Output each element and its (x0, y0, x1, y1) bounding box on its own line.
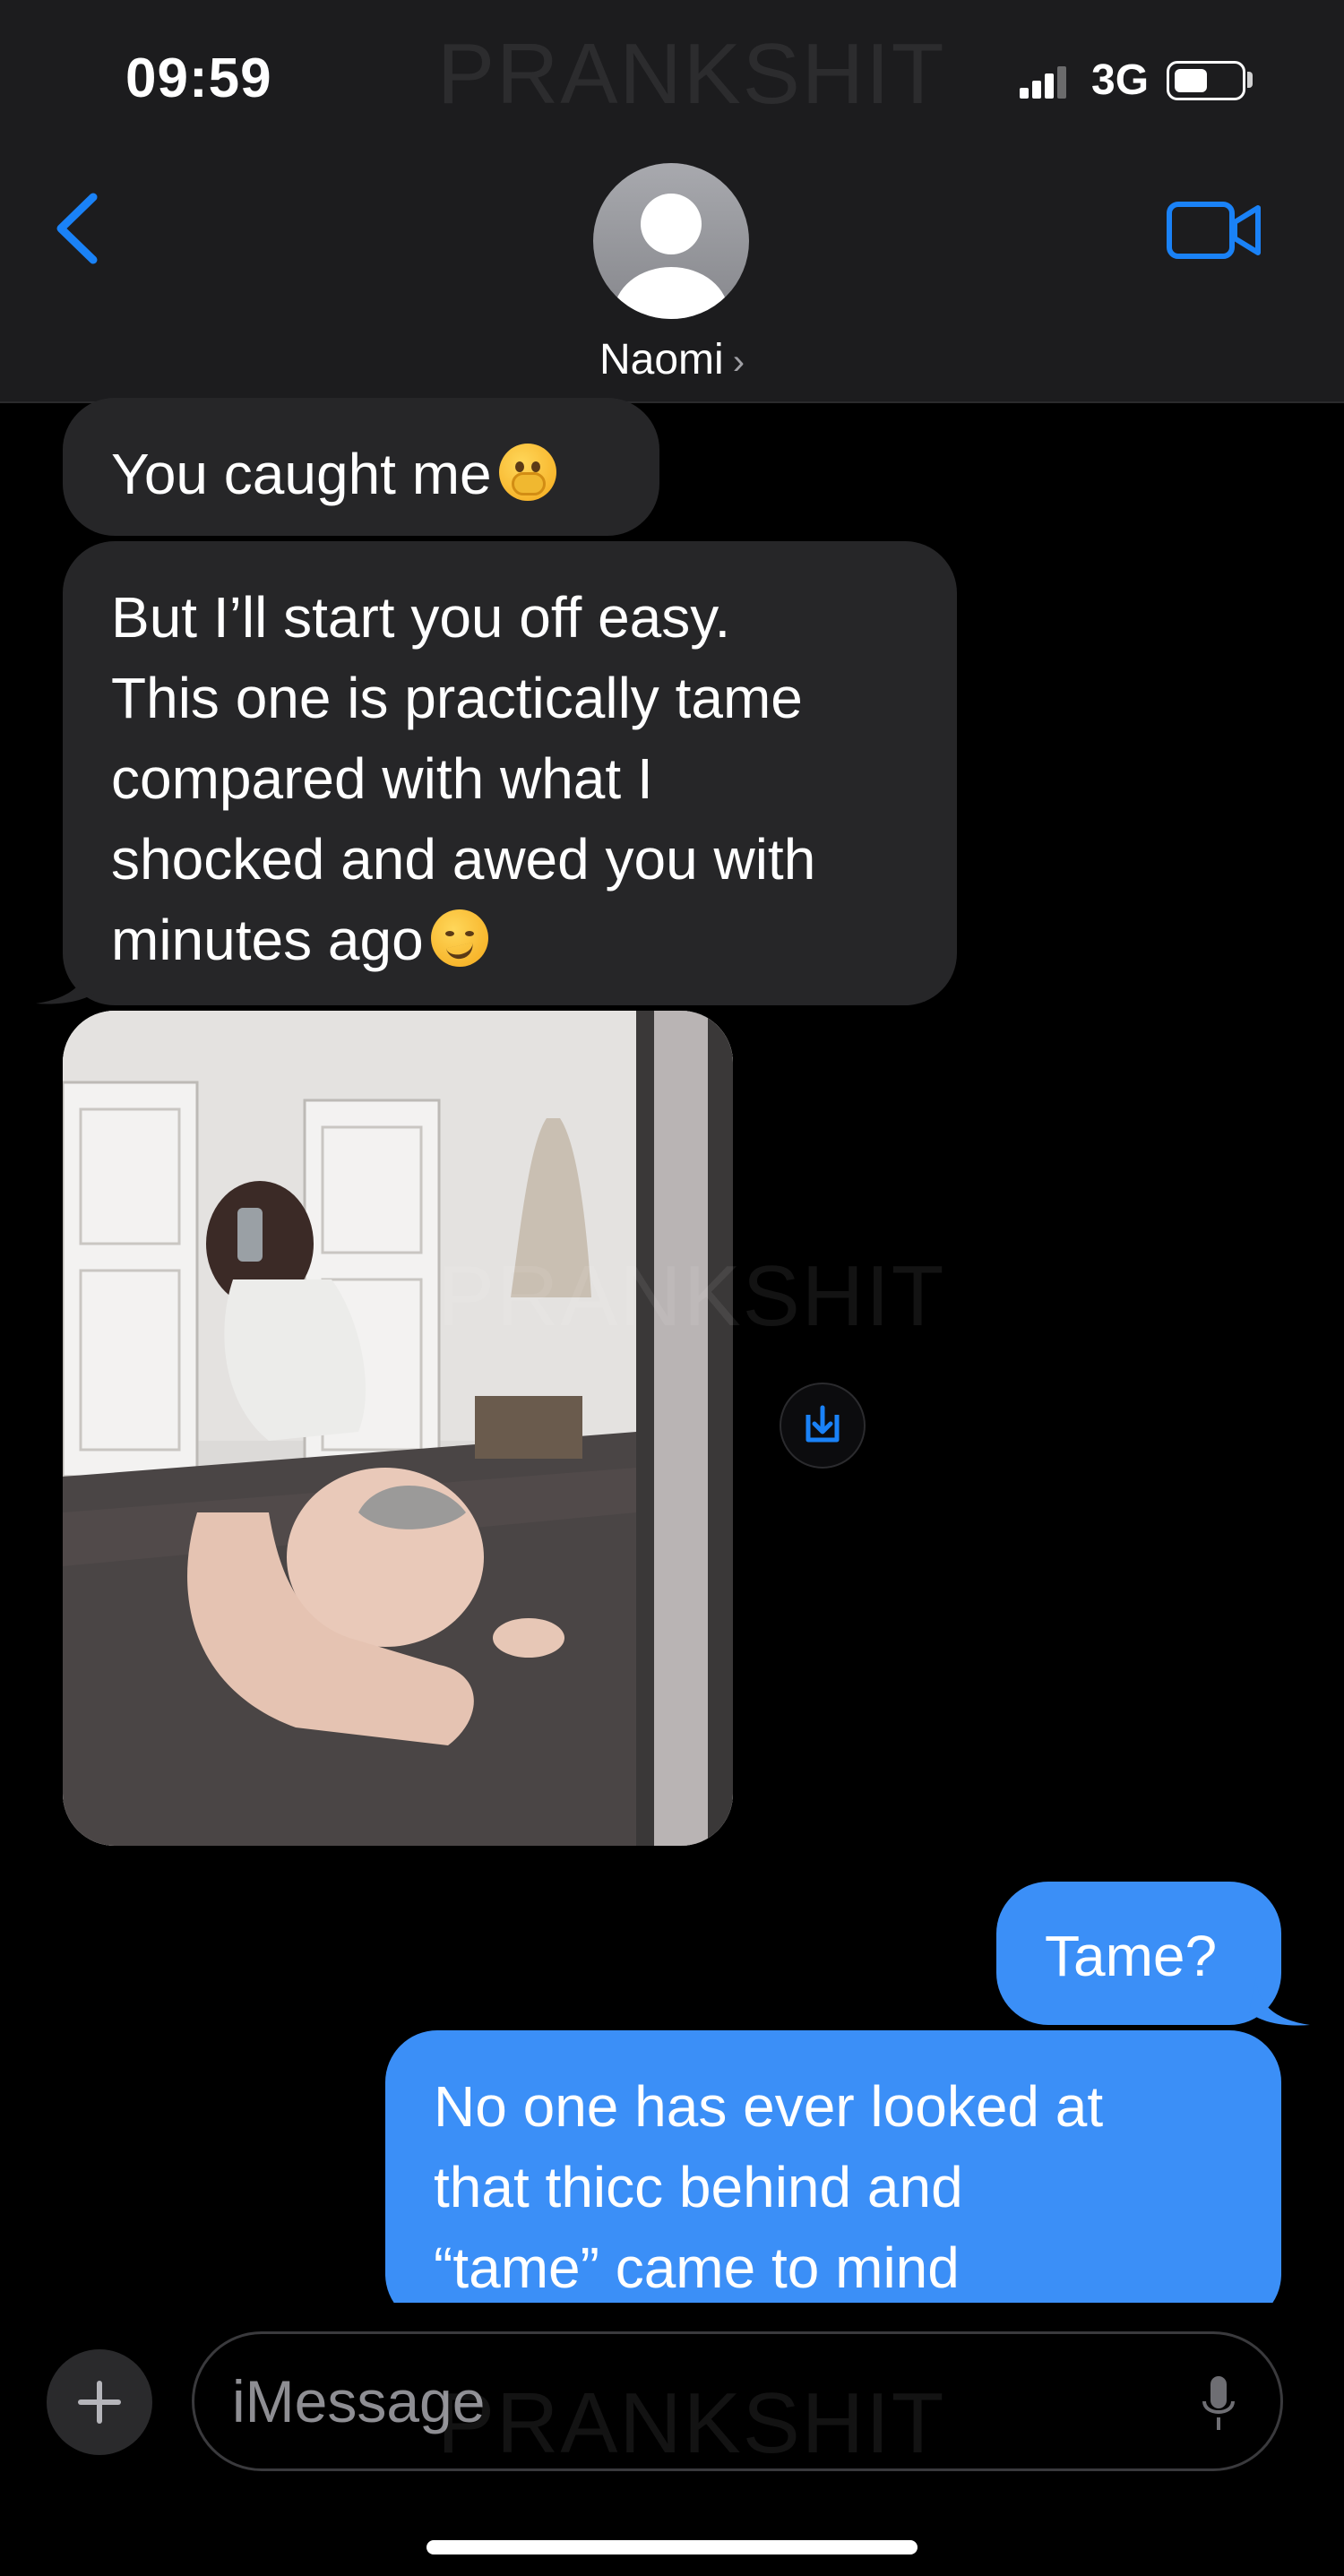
message-text-line: No one has ever looked at (434, 2074, 1104, 2139)
photo-attachment[interactable] (63, 1011, 733, 1846)
message-text: You caught me (111, 434, 611, 514)
mirror-selfie-photo (63, 1011, 733, 1846)
chevron-right-icon: › (732, 342, 745, 382)
hand-over-mouth-emoji (498, 444, 556, 501)
message-text-line: “tame” came to mind (434, 2236, 960, 2300)
chevron-left-icon (56, 193, 98, 264)
message-bubble-sent[interactable]: No one has ever looked at that thicc beh… (385, 2030, 1281, 2326)
message-bubble-sent[interactable]: Tame? (996, 1882, 1281, 2025)
contact-name-button[interactable]: Naomi › (538, 335, 806, 384)
message-text-line: shocked and awed you with (111, 827, 816, 892)
facetime-video-button[interactable] (1165, 199, 1263, 262)
plus-icon (78, 2381, 121, 2424)
bubble-tail (36, 955, 99, 1004)
save-to-photos-button[interactable] (780, 1383, 866, 1469)
message-text-line: minutes ago (111, 900, 909, 980)
status-time: 09:59 (125, 47, 272, 109)
person-silhouette-icon (614, 194, 728, 319)
battery-icon (1167, 61, 1245, 100)
message-text-line: This one is practically tame (111, 666, 803, 730)
contact-name: Naomi (599, 336, 724, 383)
message-text-line: compared with what I (111, 746, 653, 811)
message-text: Tame? (1045, 1924, 1218, 1988)
message-bubble-received[interactable]: But I’ll start you off easy. This one is… (63, 541, 957, 1005)
back-button[interactable] (47, 188, 109, 269)
video-camera-icon (1167, 202, 1261, 259)
download-tray-icon (806, 1405, 840, 1443)
message-text-line: that thicc behind and (434, 2155, 963, 2219)
imessage-input[interactable] (192, 2331, 1283, 2471)
cellular-signal-icon (1020, 66, 1066, 99)
smirking-face-emoji (430, 909, 488, 967)
message-text-line: But I’ll start you off easy. (111, 585, 731, 650)
contact-avatar[interactable] (593, 163, 749, 319)
apps-plus-button[interactable] (47, 2349, 152, 2455)
battery-tip (1247, 72, 1253, 88)
message-bubble-received[interactable]: You caught me (63, 398, 659, 536)
bubble-tail (1249, 1977, 1310, 2026)
network-type: 3G (1091, 56, 1150, 104)
microphone-icon[interactable] (1201, 2373, 1236, 2435)
home-indicator[interactable] (426, 2540, 918, 2554)
